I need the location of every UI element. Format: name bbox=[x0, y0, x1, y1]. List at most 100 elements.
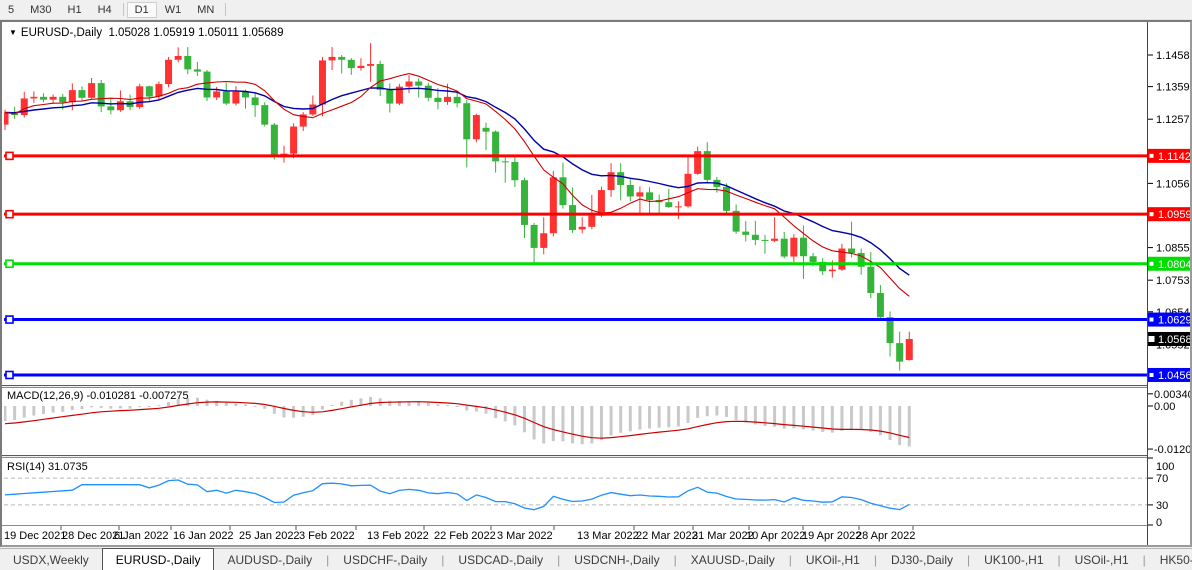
chart-canvas[interactable]: 1.145801.135901.125701.105601.085501.075… bbox=[2, 22, 1190, 545]
price-axis-label: 1.10560 bbox=[1156, 178, 1190, 190]
tab-usdx-weekly[interactable]: USDX,Weekly bbox=[0, 549, 102, 570]
macd-histogram-bar bbox=[840, 406, 843, 431]
tab-hk50-h1[interactable]: HK50-,H1 bbox=[1147, 549, 1192, 570]
macd-histogram-bar bbox=[234, 403, 237, 406]
macd-histogram-bar bbox=[311, 406, 314, 415]
candle-body bbox=[646, 192, 653, 200]
candle-body bbox=[896, 343, 903, 362]
macd-histogram-bar bbox=[638, 406, 641, 430]
candle-body bbox=[483, 128, 490, 132]
candle-body bbox=[40, 97, 47, 100]
candle-body bbox=[338, 57, 345, 60]
candle-body bbox=[252, 97, 259, 105]
macd-histogram-bar bbox=[619, 406, 622, 433]
level-handle bbox=[6, 260, 13, 267]
timeframe-button-h4[interactable]: H4 bbox=[90, 2, 120, 18]
macd-histogram-bar bbox=[850, 406, 853, 430]
macd-histogram-bar bbox=[436, 404, 439, 406]
candle-body bbox=[175, 56, 182, 60]
macd-histogram-bar bbox=[100, 406, 103, 408]
candle-body bbox=[194, 69, 201, 71]
rsi-axis-label: 70 bbox=[1156, 473, 1168, 485]
macd-histogram-bar bbox=[71, 406, 74, 410]
macd-histogram-bar bbox=[196, 398, 199, 406]
timeframe-toolbar: 5M30H1H4 D1W1MN bbox=[0, 0, 1192, 20]
timeframe-button-m30[interactable]: M30 bbox=[22, 2, 59, 18]
candle-body bbox=[540, 233, 547, 248]
price-axis-label: 1.07530 bbox=[1156, 275, 1190, 287]
level-handle bbox=[6, 371, 13, 378]
macd-histogram-bar bbox=[725, 406, 728, 417]
tab-usdcad-daily[interactable]: USDCAD-,Daily bbox=[445, 549, 556, 570]
tab-usdchf-daily[interactable]: USDCHF-,Daily bbox=[330, 549, 440, 570]
candle-body bbox=[665, 202, 672, 207]
candle-body bbox=[357, 66, 364, 68]
candle-body bbox=[59, 97, 66, 102]
tab-usoil-h1[interactable]: USOil-,H1 bbox=[1062, 549, 1142, 570]
candle-body bbox=[117, 101, 124, 110]
candle-body bbox=[348, 60, 355, 68]
level-price-badge-label: 1.06297 bbox=[1158, 315, 1190, 327]
chart-window: 1.145801.135901.125701.105601.085501.075… bbox=[0, 20, 1192, 547]
macd-histogram-bar bbox=[667, 406, 670, 427]
level-price-badge-label: 1.11422 bbox=[1158, 151, 1190, 163]
level-price-handle bbox=[1149, 212, 1154, 217]
date-axis-label: 22 Feb 2022 bbox=[434, 530, 496, 542]
tab-eurusd-daily[interactable]: EURUSD-,Daily bbox=[102, 548, 215, 570]
macd-indicator-label: MACD(12,26,9) -0.010281 -0.007275 bbox=[7, 390, 189, 402]
candle-body bbox=[386, 90, 393, 104]
timeframe-button-h1[interactable]: H1 bbox=[60, 2, 90, 18]
macd-histogram-bar bbox=[61, 406, 64, 412]
macd-histogram-bar bbox=[456, 406, 459, 407]
candle-body bbox=[309, 105, 316, 115]
candle-body bbox=[502, 161, 509, 162]
candle-body bbox=[223, 91, 230, 103]
macd-histogram-bar bbox=[13, 406, 16, 420]
macd-axis-label: 0.003408 bbox=[1154, 389, 1190, 401]
candle-body bbox=[136, 86, 143, 107]
date-axis-label: 13 Mar 2022 bbox=[577, 530, 639, 542]
candle-body bbox=[800, 238, 807, 257]
level-price-badge-label: 1.09596 bbox=[1158, 209, 1190, 221]
timeframe-button-w1[interactable]: W1 bbox=[157, 2, 190, 18]
candle-body bbox=[146, 86, 153, 96]
macd-histogram-bar bbox=[860, 406, 863, 430]
candle-body bbox=[463, 103, 470, 139]
candle-body bbox=[329, 57, 336, 61]
tab-uk100-h1[interactable]: UK100-,H1 bbox=[971, 549, 1056, 570]
candle-body bbox=[107, 106, 114, 110]
tab-usdcnh-daily[interactable]: USDCNH-,Daily bbox=[561, 549, 672, 570]
macd-histogram-bar bbox=[427, 403, 430, 406]
timeframe-button-mn[interactable]: MN bbox=[189, 2, 222, 18]
macd-histogram-bar bbox=[254, 406, 257, 407]
macd-histogram-bar bbox=[898, 406, 901, 445]
timeframe-button-5[interactable]: 5 bbox=[0, 2, 22, 18]
candle-body bbox=[559, 177, 566, 205]
candle-body bbox=[155, 84, 162, 96]
macd-histogram-bar bbox=[340, 402, 343, 406]
chart-background bbox=[2, 22, 1190, 545]
tab-audusd-daily[interactable]: AUDUSD-,Daily bbox=[214, 549, 325, 570]
macd-histogram-bar bbox=[783, 406, 786, 429]
macd-histogram-bar bbox=[369, 397, 372, 406]
candle-body bbox=[588, 216, 595, 227]
tab-xauusd-daily[interactable]: XAUUSD-,Daily bbox=[678, 549, 788, 570]
macd-histogram-bar bbox=[157, 405, 160, 406]
tab-ukoil-h1[interactable]: UKOil-,H1 bbox=[793, 549, 873, 570]
price-axis-label: 1.08550 bbox=[1156, 243, 1190, 255]
price-axis-label: 1.12570 bbox=[1156, 114, 1190, 126]
macd-histogram-bar bbox=[42, 406, 45, 414]
macd-histogram-bar bbox=[706, 406, 709, 416]
timeframe-button-d1[interactable]: D1 bbox=[127, 2, 157, 18]
candle-body bbox=[531, 225, 538, 248]
macd-histogram-bar bbox=[869, 406, 872, 432]
price-axis-label: 1.14580 bbox=[1156, 50, 1190, 62]
macd-histogram-bar bbox=[90, 406, 93, 407]
candle-body bbox=[50, 97, 57, 100]
candle-body bbox=[473, 115, 480, 139]
macd-histogram-bar bbox=[292, 406, 295, 418]
chart-title: ▼EURUSD-,Daily 1.05028 1.05919 1.05011 1… bbox=[9, 27, 283, 39]
date-axis-label: 16 Jan 2022 bbox=[173, 530, 234, 542]
symbol-dropdown-arrow[interactable]: ▼ bbox=[9, 28, 17, 37]
tab-dj30-daily[interactable]: DJ30-,Daily bbox=[878, 549, 966, 570]
